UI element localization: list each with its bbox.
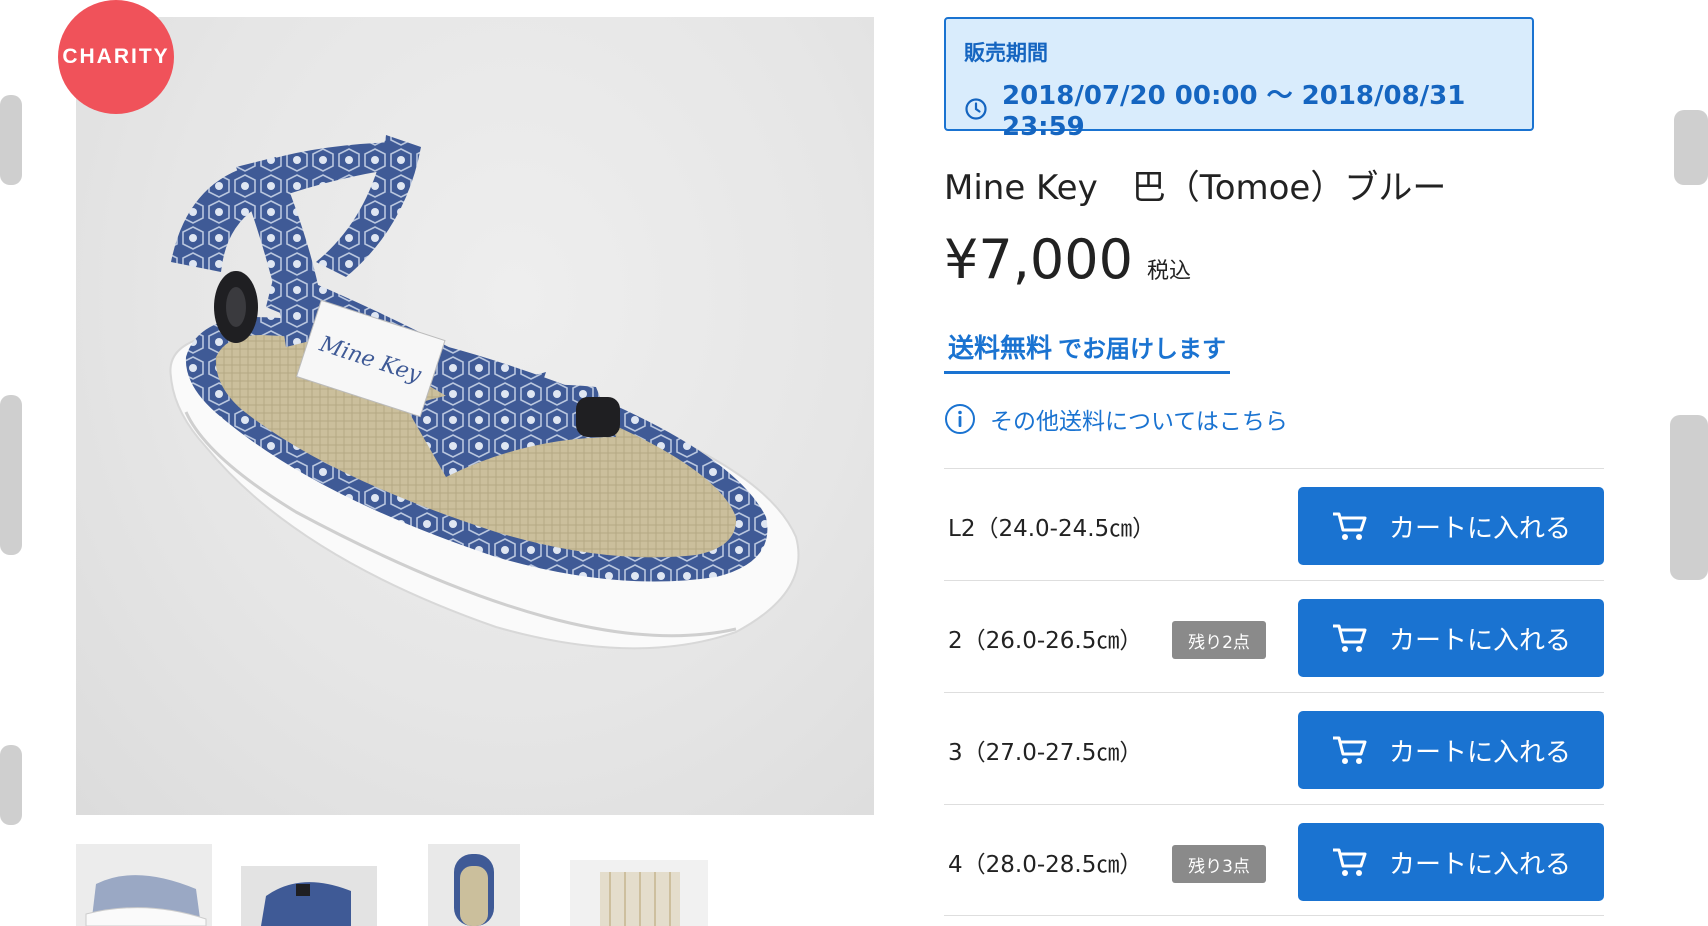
add-to-cart-button[interactable]: カートに入れる [1298, 487, 1604, 565]
next-slide-edge[interactable] [1662, 0, 1708, 926]
other-shipping-link[interactable]: その他送料についてはこちら [944, 402, 1288, 436]
charity-badge: CHARITY [58, 0, 174, 114]
add-to-cart-label: カートに入れる [1388, 737, 1571, 768]
main-product-image[interactable]: Mine Key [76, 17, 874, 815]
stock-remaining-badge: 残り2点 [1172, 621, 1266, 659]
product-page: CHARITY Mine Key 販売期間 2018/07/20 00:00 〜… [0, 0, 1708, 926]
price-row: ¥7,000 税込 [944, 228, 1191, 291]
price: ¥7,000 [944, 228, 1133, 291]
thumbnail-3[interactable] [428, 844, 520, 926]
size-label: 3（27.0-27.5㎝） [948, 740, 1143, 766]
thumbnail-sandal-pair [241, 866, 377, 926]
thumbnail-4[interactable] [570, 860, 708, 926]
size-list: L2（24.0-24.5㎝） カートに入れる 2（26.0-26.5㎝） 残り2… [944, 468, 1604, 916]
add-to-cart-button[interactable]: カートに入れる [1298, 823, 1604, 901]
size-label: L2（24.0-24.5㎝） [948, 516, 1156, 542]
cart-icon [1332, 512, 1367, 540]
free-shipping-rest: でお届けします [1058, 335, 1227, 363]
size-row: 2（26.0-26.5㎝） 残り2点 カートに入れる [944, 580, 1604, 692]
cart-icon [1332, 848, 1367, 876]
sales-period-label: 販売期間 [964, 41, 1048, 65]
add-to-cart-label: カートに入れる [1388, 625, 1571, 656]
size-row: 4（28.0-28.5㎝） 残り3点 カートに入れる [944, 804, 1604, 916]
free-shipping-strong: 送料無料 [948, 334, 1053, 364]
size-row: L2（24.0-24.5㎝） カートに入れる [944, 468, 1604, 580]
size-label: 4（28.0-28.5㎝） [948, 852, 1143, 878]
info-icon [945, 404, 975, 434]
sales-period-range: 2018/07/20 00:00 〜 2018/08/31 23:59 [1002, 81, 1466, 142]
tax-note: 税込 [1146, 259, 1191, 284]
cart-icon [1332, 736, 1367, 764]
sandal-illustration: Mine Key [169, 135, 800, 650]
add-to-cart-label: カートに入れる [1388, 849, 1571, 880]
cart-icon [1332, 624, 1367, 652]
clock-icon [965, 97, 987, 120]
size-label: 2（26.0-26.5㎝） [948, 628, 1143, 654]
sales-period-box: 販売期間 2018/07/20 00:00 〜 2018/08/31 23:59 [944, 17, 1534, 142]
size-row: 3（27.0-27.5㎝） カートに入れる [944, 692, 1604, 804]
sales-period-row: 2018/07/20 00:00 〜 2018/08/31 23:59 [964, 75, 1514, 142]
thumbnail-2[interactable] [241, 866, 377, 926]
free-shipping-notice: 送料無料 でお届けします [944, 324, 1231, 374]
add-to-cart-button[interactable]: カートに入れる [1298, 599, 1604, 677]
other-shipping-text[interactable]: その他送料についてはこちら [990, 402, 1288, 436]
thumbnail-1[interactable] [76, 844, 212, 926]
add-to-cart-label: カートに入れる [1388, 513, 1571, 544]
previous-slide-edge[interactable] [0, 0, 28, 926]
thumbnail-sandal-sole [570, 860, 708, 926]
product-title: Mine Key 巴（Tomoe）ブルー [944, 168, 1447, 208]
stock-remaining-badge: 残り3点 [1172, 845, 1266, 883]
thumbnail-sandal-top [428, 844, 520, 926]
add-to-cart-button[interactable]: カートに入れる [1298, 711, 1604, 789]
thumbnail-sandal-side [76, 844, 212, 926]
